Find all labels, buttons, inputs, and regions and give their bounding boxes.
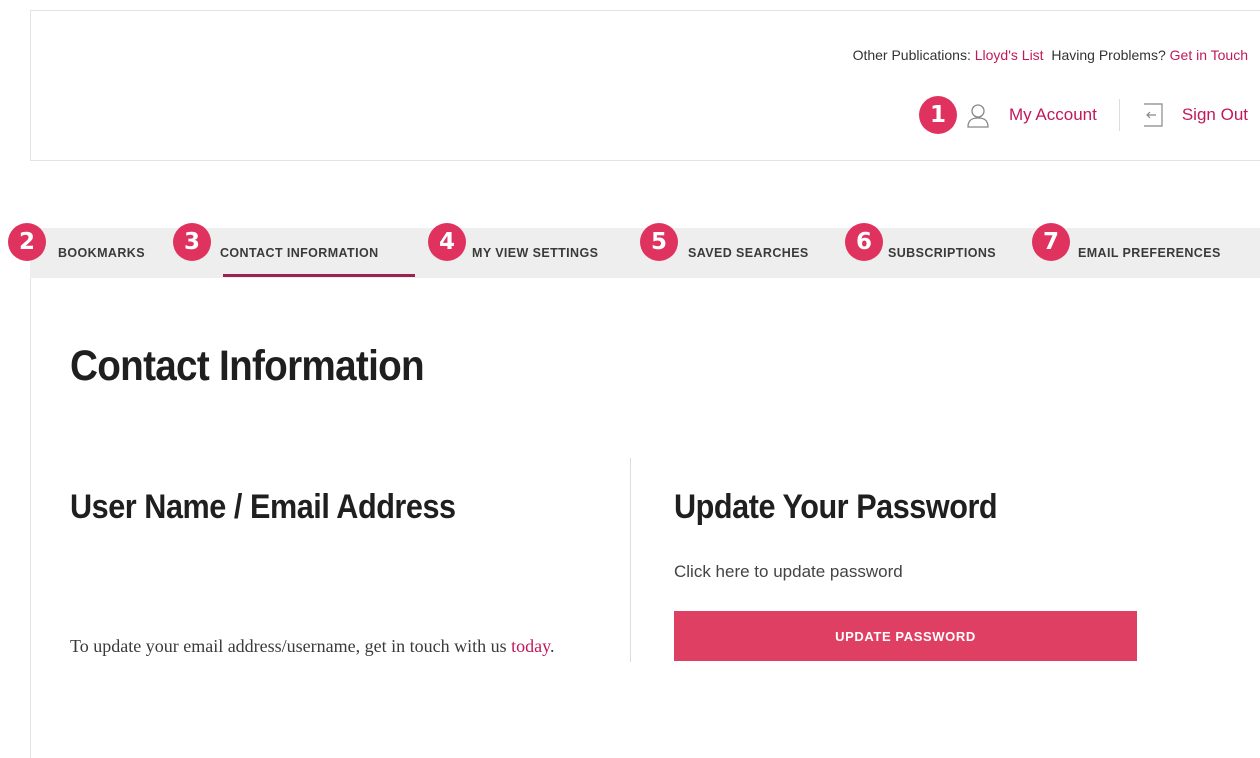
today-link[interactable]: today (511, 636, 550, 656)
other-publications-label: Other Publications: (852, 47, 971, 63)
help-text-body: To update your email address/username, g… (70, 636, 512, 656)
annotation-badge-7: 7 (1032, 223, 1070, 261)
username-section-title: User Name / Email Address (70, 488, 456, 526)
tab-subscriptions[interactable]: SUBSCRIPTIONS (888, 228, 996, 278)
my-account-link[interactable]: My Account (1009, 105, 1097, 125)
account-nav: 1 My Account Sign Out (918, 95, 1248, 135)
user-icon[interactable] (965, 102, 991, 128)
update-password-description: Click here to update password (674, 562, 903, 581)
password-section-title: Update Your Password (674, 488, 998, 526)
annotation-badge-2: 2 (8, 223, 46, 261)
tab-my-view-settings[interactable]: MY VIEW SETTINGS (472, 228, 598, 278)
tab-bookmarks[interactable]: BOOKMARKS (58, 228, 145, 278)
update-email-help-text: To update your email address/username, g… (70, 632, 590, 661)
active-tab-indicator (223, 274, 415, 277)
lloyds-list-link[interactable]: Lloyd's List (975, 47, 1044, 63)
help-text-suffix: . (549, 636, 555, 656)
tab-contact-information[interactable]: CONTACT INFORMATION (220, 228, 379, 278)
sign-out-link[interactable]: Sign Out (1182, 105, 1248, 125)
annotation-badge-3: 3 (173, 223, 211, 261)
update-password-button[interactable]: UPDATE PASSWORD (674, 611, 1137, 661)
annotation-badge-4: 4 (428, 223, 466, 261)
publications-line: Other Publications: Lloyd's List Having … (853, 47, 1248, 63)
annotation-badge-5: 5 (640, 223, 678, 261)
annotation-badge-1: 1 (918, 96, 957, 134)
get-in-touch-link[interactable]: Get in Touch (1170, 47, 1248, 63)
tab-saved-searches[interactable]: SAVED SEARCHES (688, 228, 809, 278)
having-problems-label: Having Problems? (1051, 47, 1166, 63)
account-divider (1118, 99, 1120, 131)
section-divider (630, 458, 631, 662)
annotation-badge-6: 6 (845, 223, 883, 261)
site-header: Other Publications: Lloyd's List Having … (30, 10, 1260, 161)
tab-email-preferences[interactable]: EMAIL PREFERENCES (1078, 228, 1221, 278)
sign-out-icon[interactable] (1142, 103, 1164, 127)
page-title: Contact Information (70, 342, 425, 390)
